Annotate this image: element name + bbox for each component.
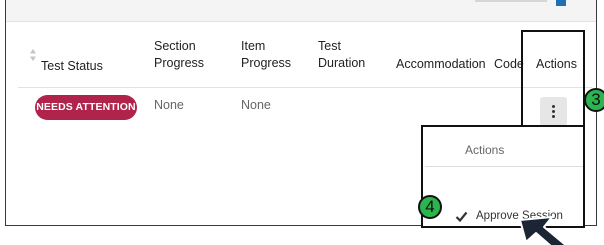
kebab-dot	[552, 105, 555, 108]
status-badge: NEEDS ATTENTION	[35, 95, 137, 120]
header-item-progress-line2: Progress	[241, 56, 292, 70]
header-item-progress: Item Progress	[241, 38, 291, 72]
sort-icon[interactable]	[29, 48, 37, 62]
mouse-cursor-icon	[519, 216, 568, 245]
header-test-duration-line1: Test	[318, 39, 341, 53]
step-3-marker: 3	[584, 88, 604, 112]
header-item-progress-line1: Item	[241, 39, 266, 53]
checkmark-icon	[455, 211, 468, 222]
header-test-duration-line2: Duration	[318, 56, 366, 70]
header-accommodation: Accommodation	[396, 57, 486, 71]
actions-dropdown-divider	[425, 166, 583, 167]
top-tab-active[interactable]	[556, 0, 566, 6]
top-toolbar-strip	[6, 0, 596, 22]
header-test-duration: Test Duration	[318, 38, 365, 72]
kebab-dot	[552, 115, 555, 118]
header-test-status[interactable]: Test Status	[41, 58, 103, 75]
cell-section-progress: None	[154, 98, 184, 112]
step-4-marker: 4	[418, 195, 442, 219]
header-divider	[18, 87, 592, 88]
more-vertical-icon[interactable]	[540, 97, 567, 126]
header-section-progress: Section Progress	[154, 38, 204, 72]
header-section-progress-line1: Section	[154, 39, 196, 53]
header-code: Code	[494, 57, 524, 71]
actions-dropdown-title: Actions	[465, 143, 505, 157]
top-tab[interactable]	[475, 0, 547, 2]
cell-item-progress: None	[241, 98, 271, 112]
kebab-dot	[552, 110, 555, 113]
header-section-progress-line2: Progress	[154, 56, 205, 70]
